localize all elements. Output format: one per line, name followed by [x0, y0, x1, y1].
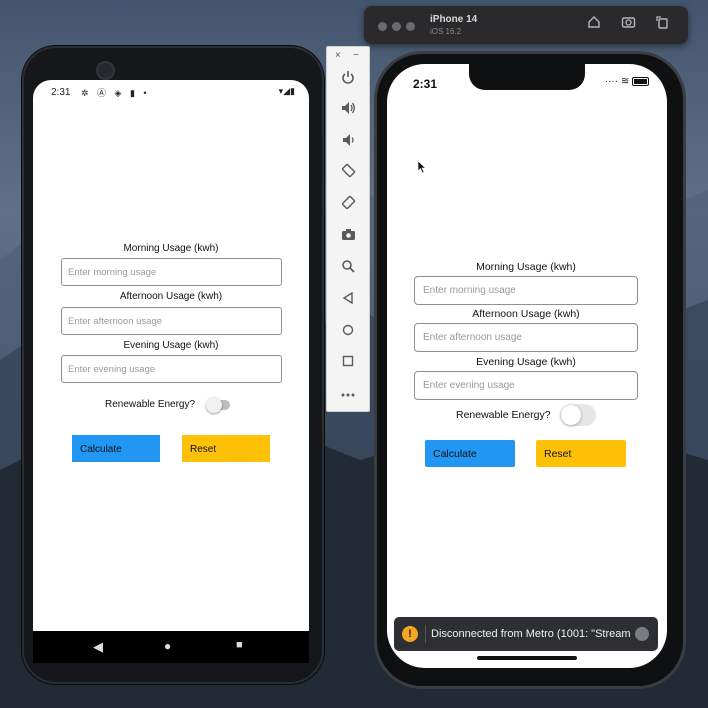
android-system-icons: ▾◢▮ — [278, 86, 295, 96]
reset-button[interactable]: Reset — [182, 435, 270, 462]
zoom-window-button[interactable] — [406, 22, 415, 31]
zoom-icon[interactable] — [337, 257, 359, 279]
home-icon[interactable] — [584, 15, 604, 35]
morning-usage-label: Morning Usage (kwh) — [476, 261, 576, 273]
android-status-bar: 2:31 ✲ Ⓐ ◈ ▮ • ▾◢▮ — [33, 80, 309, 102]
morning-usage-input[interactable]: Enter morning usage — [414, 276, 638, 305]
simulator-device-name: iPhone 14 — [430, 14, 478, 25]
close-window-button[interactable] — [378, 22, 387, 31]
more-icon[interactable] — [337, 382, 359, 404]
iphone-notch — [469, 64, 585, 90]
dismiss-icon[interactable] — [635, 627, 649, 641]
minimize-window-button[interactable] — [392, 22, 401, 31]
android-camera — [96, 61, 115, 80]
signal-wifi-icon: ···· ≋ — [604, 76, 630, 87]
back-icon[interactable]: ◀ — [93, 639, 103, 655]
renewable-energy-label: Renewable Energy? — [105, 399, 196, 410]
iphone-clock: 2:31 — [413, 77, 438, 91]
android-navigation-bar: ◀ ● ■ — [33, 631, 309, 663]
recents-icon[interactable]: ■ — [236, 639, 243, 651]
home-icon[interactable] — [337, 320, 359, 342]
volume-down-icon[interactable] — [337, 131, 359, 153]
ios-simulator-titlebar[interactable]: iPhone 14 iOS 16.2 — [364, 6, 688, 44]
metro-disconnected-toast[interactable]: ! Disconnected from Metro (1001: "Stream… — [394, 617, 658, 651]
rotate-icon[interactable] — [652, 15, 672, 35]
morning-usage-input[interactable]: Enter morning usage — [61, 258, 282, 286]
emulator-toolbar: × − — [326, 46, 370, 412]
screenshot-icon[interactable] — [618, 15, 638, 35]
renewable-energy-switch[interactable] — [560, 404, 596, 426]
android-notification-icons: ✲ Ⓐ ◈ ▮ • — [81, 88, 150, 98]
toast-message: Disconnected from Metro (1001: "Stream..… — [431, 628, 631, 640]
evening-usage-input[interactable]: Enter evening usage — [61, 355, 282, 383]
mouse-cursor-icon — [417, 160, 427, 174]
android-clock: 2:31 — [51, 87, 71, 98]
afternoon-usage-input[interactable]: Enter afternoon usage — [414, 323, 638, 352]
renewable-energy-label: Renewable Energy? — [456, 409, 551, 421]
evening-usage-label: Evening Usage (kwh) — [476, 356, 576, 368]
overview-icon[interactable] — [337, 351, 359, 373]
evening-usage-input[interactable]: Enter evening usage — [414, 371, 638, 400]
simulator-os-version: iOS 16.2 — [430, 27, 462, 36]
afternoon-usage-input[interactable]: Enter afternoon usage — [61, 307, 282, 335]
rotate-left-icon[interactable] — [337, 162, 359, 184]
home-icon[interactable]: ● — [164, 639, 171, 653]
android-screen: 2:31 ✲ Ⓐ ◈ ▮ • ▾◢▮ Morning Usage (kwh) E… — [33, 80, 309, 631]
iphone-screen: 2:31 ···· ≋ Morning Usage (kwh) Enter mo… — [387, 64, 667, 668]
iphone-status-icons: ···· ≋ — [605, 76, 649, 87]
camera-icon[interactable] — [337, 225, 359, 247]
minimize-icon[interactable]: − — [353, 50, 359, 61]
volume-up-icon[interactable] — [337, 99, 359, 121]
warning-icon: ! — [402, 626, 418, 642]
battery-icon — [632, 76, 649, 86]
back-icon[interactable] — [337, 288, 359, 310]
power-icon[interactable] — [337, 68, 359, 90]
home-indicator[interactable] — [477, 656, 577, 660]
afternoon-usage-label: Afternoon Usage (kwh) — [472, 308, 580, 320]
afternoon-usage-label: Afternoon Usage (kwh) — [119, 291, 223, 302]
toast-divider — [425, 625, 426, 643]
calculate-button[interactable]: Calculate — [425, 440, 515, 467]
rotate-right-icon[interactable] — [337, 194, 359, 216]
reset-button[interactable]: Reset — [536, 440, 626, 467]
morning-usage-label: Morning Usage (kwh) — [123, 243, 219, 254]
calculate-button[interactable]: Calculate — [72, 435, 160, 462]
evening-usage-label: Evening Usage (kwh) — [123, 340, 219, 351]
renewable-energy-switch[interactable] — [206, 397, 230, 413]
close-icon[interactable]: × — [335, 50, 341, 61]
